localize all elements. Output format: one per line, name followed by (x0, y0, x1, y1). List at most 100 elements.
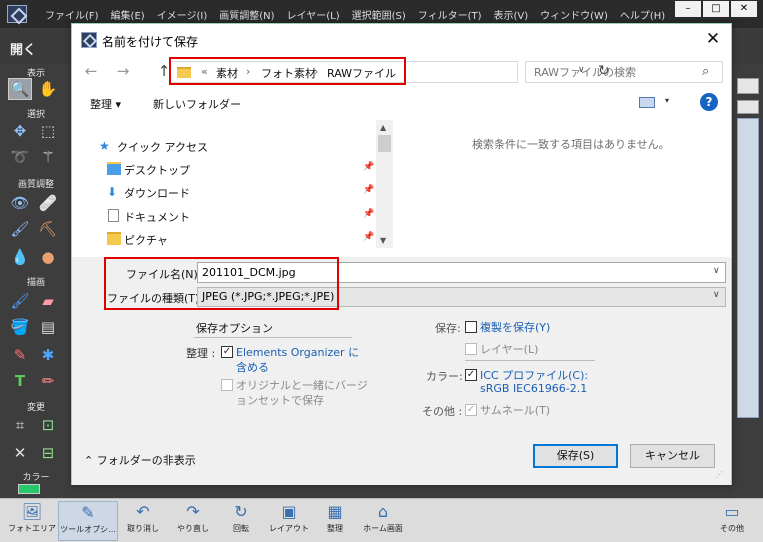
thumbnail-checkbox[interactable]: ✓ (465, 404, 477, 416)
clone-stamp-tool-icon[interactable]: ⛏ (36, 218, 60, 240)
color-swatch[interactable] (18, 484, 40, 494)
organize-row-label: 整理 : (186, 347, 216, 360)
pin-icon[interactable]: 📌 (363, 185, 374, 195)
search-icon[interactable]: ⌕ (702, 64, 709, 79)
menu-file[interactable]: ファイル(F) (40, 7, 106, 22)
layers-checkbox[interactable] (465, 343, 477, 355)
save-as-dialog: 名前を付けて保存 ✕ ← → ↑ « 素材 › フォト素材 › RAWファイル … (71, 23, 732, 485)
eraser-tool-icon[interactable]: ▰ (36, 290, 60, 312)
icc-profile-value: sRGB IEC61966-2.1 (480, 382, 588, 395)
organizer-icon: ▦ (327, 502, 343, 521)
icc-profile-label[interactable]: ICC プロファイル(C): (480, 367, 588, 383)
more-button[interactable]: ▭ その他 (702, 501, 762, 534)
scroll-up-arrow-icon[interactable]: ▲ (380, 123, 386, 132)
help-icon[interactable]: ? (700, 93, 718, 111)
divider (194, 337, 352, 338)
content-aware-move-tool-icon[interactable]: ✕ (8, 442, 32, 464)
include-organizer-label[interactable]: Elements Organizer に (236, 344, 359, 360)
menu-select[interactable]: 選択範囲(S) (347, 7, 413, 22)
recompose-tool-icon[interactable]: ⊡ (36, 414, 60, 436)
home-screen-button[interactable]: ⌂ ホーム画面 (353, 501, 413, 534)
panel-menu-icon[interactable] (737, 78, 759, 94)
include-organizer-checkbox[interactable]: ✓ (221, 346, 233, 358)
save-button[interactable]: 保存(S) (533, 444, 618, 468)
healing-brush-tool-icon[interactable]: 🩹 (36, 192, 60, 214)
fields-highlight-box (104, 257, 339, 310)
window-close-button[interactable]: ✕ (731, 1, 757, 17)
move-tool-icon[interactable]: ✥ (8, 120, 32, 142)
save-copy-label[interactable]: 複製を保存(Y) (480, 319, 550, 335)
maximize-button[interactable]: □ (703, 1, 729, 17)
pin-icon[interactable]: 📌 (363, 209, 374, 219)
eyedropper-tool-icon[interactable]: ✎ (8, 344, 32, 366)
hand-tool-icon[interactable]: ✋ (36, 78, 60, 100)
menu-image[interactable]: イメージ(I) (152, 7, 215, 22)
view-options-icon[interactable] (639, 97, 655, 108)
chevron-down-icon[interactable]: ∨ (713, 290, 720, 300)
dialog-close-button[interactable]: ✕ (703, 30, 723, 50)
layers-label: レイヤー(L) (480, 343, 539, 356)
nav-item-downloads[interactable]: ⬇ ダウンロード 📌 (86, 182, 376, 202)
magic-wand-tool-icon[interactable]: ⚚ (36, 146, 60, 168)
menu-edit[interactable]: 編集(E) (106, 7, 152, 22)
resize-grip-icon[interactable]: ⋰ (715, 470, 723, 479)
pencil-tool-icon[interactable]: ✏ (36, 370, 60, 392)
pin-icon[interactable]: 📌 (363, 162, 374, 172)
red-eye-tool-icon[interactable]: 👁 (8, 192, 32, 214)
brush-tool-icon[interactable]: 🖌 (8, 290, 32, 312)
app-logo-icon (7, 5, 27, 23)
pin-icon[interactable]: 📌 (363, 232, 374, 242)
tool-options-button[interactable]: ✎ ツールオプシ... (58, 501, 118, 541)
menu-help[interactable]: ヘルプ(H) (615, 7, 672, 22)
photo-bin-icon: 🖼 (21, 502, 43, 521)
lasso-tool-icon[interactable]: ➰ (8, 146, 32, 168)
forward-arrow-icon[interactable]: → (114, 62, 132, 80)
back-arrow-icon[interactable]: ← (82, 62, 100, 80)
save-copy-checkbox[interactable] (465, 321, 477, 333)
sponge-tool-icon[interactable]: ● (36, 246, 60, 268)
menu-filter[interactable]: フィルター(T) (413, 7, 489, 22)
divider (465, 360, 595, 361)
version-set-checkbox[interactable] (221, 379, 233, 391)
paint-bucket-tool-icon[interactable]: 🪣 (8, 316, 32, 338)
nav-item-pictures[interactable]: ピクチャ 📌 (86, 229, 376, 249)
dialog-title: 名前を付けて保存 (102, 35, 199, 49)
panel-dropdown[interactable] (737, 100, 759, 114)
menu-layer[interactable]: レイヤー(L) (282, 7, 347, 22)
icc-profile-checkbox[interactable]: ✓ (465, 369, 477, 381)
version-set-label-2: ョンセットで保存 (236, 394, 324, 407)
type-tool-icon[interactable]: T (8, 370, 32, 392)
crop-tool-icon[interactable]: ⌗ (8, 414, 32, 436)
chevron-down-icon[interactable]: ▾ (665, 96, 669, 105)
rotate-icon: ↻ (234, 502, 248, 521)
gradient-tool-icon[interactable]: ▤ (36, 316, 60, 338)
hide-folders-toggle[interactable]: ⌃ フォルダーの非表示 (84, 452, 196, 468)
cancel-button[interactable]: キャンセル (630, 444, 715, 468)
section-enhance-label: 画質調整 (17, 180, 54, 190)
minimize-button[interactable]: – (675, 1, 701, 17)
photo-bin-button[interactable]: 🖼 フォトエリア (2, 501, 62, 534)
nav-pane-scrollbar[interactable]: ▲ ▼ (376, 120, 393, 248)
layout-icon: ▣ (281, 502, 297, 521)
menu-window[interactable]: ウィンドウ(W) (535, 7, 615, 22)
open-button[interactable]: 開く (10, 39, 36, 58)
custom-shape-tool-icon[interactable]: ✱ (36, 344, 60, 366)
blur-tool-icon[interactable]: 💧 (8, 246, 32, 268)
menu-enhance[interactable]: 画質調整(N) (214, 7, 281, 22)
scroll-thumb[interactable] (378, 135, 391, 152)
marquee-tool-icon[interactable]: ⬚ (36, 120, 60, 142)
nav-item-desktop[interactable]: デスクトップ 📌 (86, 159, 376, 179)
search-input[interactable] (527, 63, 697, 81)
include-organizer-label-2[interactable]: 含める (236, 359, 269, 375)
menu-view[interactable]: 表示(V) (489, 7, 536, 22)
zoom-tool-icon[interactable]: 🔍 (8, 78, 32, 100)
address-highlight-box (169, 57, 406, 85)
new-folder-button[interactable]: 新しいフォルダー (153, 96, 241, 112)
organize-button[interactable]: 整理 ▾ (90, 96, 121, 112)
nav-item-quick-access[interactable]: ★ クイック アクセス (86, 136, 376, 156)
scroll-down-arrow-icon[interactable]: ▼ (380, 236, 386, 245)
nav-item-documents[interactable]: ドキュメント 📌 (86, 206, 376, 226)
straighten-tool-icon[interactable]: ⊟ (36, 442, 60, 464)
chevron-down-icon[interactable]: ∨ (713, 266, 720, 276)
smart-brush-tool-icon[interactable]: 🖌 (8, 218, 32, 240)
